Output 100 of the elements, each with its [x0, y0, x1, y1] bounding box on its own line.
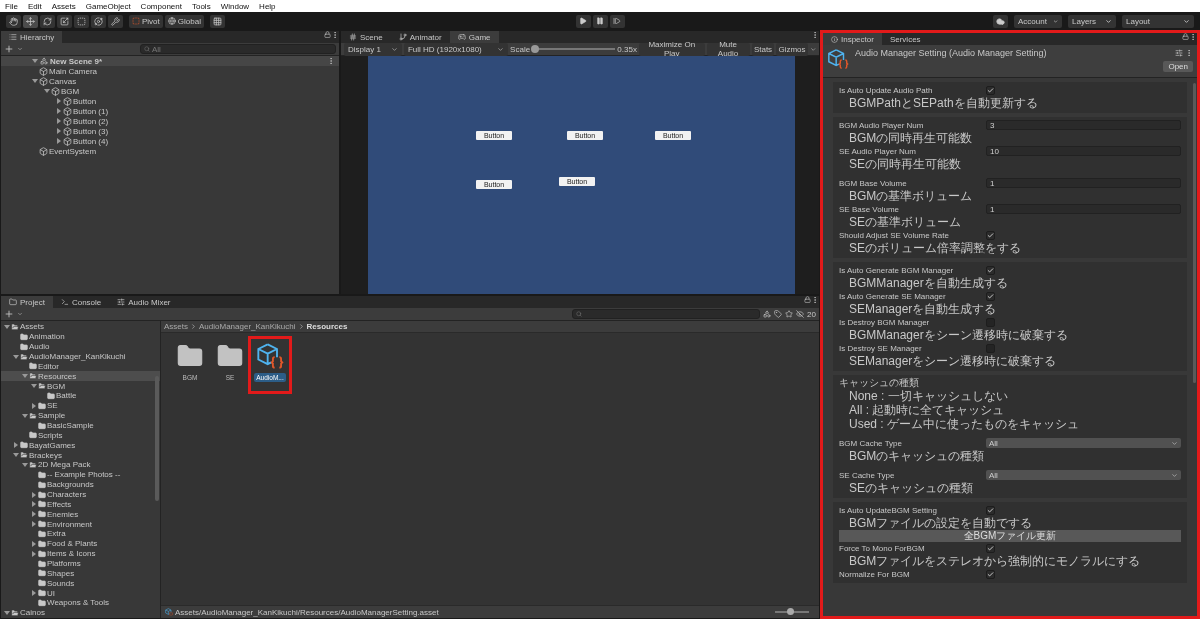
- checkbox[interactable]: [986, 265, 995, 275]
- tree-row[interactable]: Brackeys: [1, 450, 160, 461]
- checkbox[interactable]: [986, 505, 995, 515]
- tree-row[interactable]: Assets: [1, 322, 160, 332]
- dropdown-field[interactable]: All: [986, 438, 1181, 448]
- collapsed-arrow-icon[interactable]: [30, 521, 37, 528]
- tree-row[interactable]: Editor: [1, 361, 160, 372]
- collapsed-arrow-icon[interactable]: [12, 442, 19, 449]
- update-button[interactable]: 全BGMファイル更新: [839, 530, 1181, 542]
- tool-button[interactable]: [91, 14, 106, 28]
- tree-item[interactable]: Button (1): [73, 106, 109, 116]
- tree-row[interactable]: Cainos: [1, 607, 160, 618]
- tree-row[interactable]: Battle: [1, 391, 160, 401]
- number-field[interactable]: 10: [986, 146, 1181, 156]
- number-field[interactable]: 1: [986, 204, 1181, 214]
- menu-item[interactable]: Assets: [51, 1, 76, 11]
- tree-row[interactable]: Scripts: [1, 430, 160, 441]
- pause-button[interactable]: [592, 14, 608, 28]
- tree-row[interactable]: Audio: [1, 341, 160, 352]
- collapsed-arrow-icon[interactable]: [30, 540, 37, 547]
- expanded-arrow-icon[interactable]: [21, 373, 28, 380]
- tool-button[interactable]: [74, 14, 89, 28]
- step-button[interactable]: [609, 14, 625, 28]
- collapsed-arrow-icon[interactable]: [55, 108, 62, 114]
- expanded-arrow-icon[interactable]: [31, 78, 38, 84]
- expanded-arrow-icon[interactable]: [21, 461, 28, 468]
- tree-row[interactable]: Shapes: [1, 568, 160, 579]
- search-field[interactable]: [572, 309, 761, 319]
- tree-row[interactable]: Animation: [1, 331, 160, 342]
- number-field[interactable]: 1: [986, 178, 1181, 188]
- tree-row[interactable]: Sample: [1, 410, 160, 421]
- scene-name[interactable]: New Scene 9*: [50, 56, 103, 66]
- tree-row[interactable]: -- Example Photos --: [1, 469, 160, 480]
- toolbar-dropdown[interactable]: Layout: [1122, 14, 1194, 28]
- tree-item[interactable]: Main Camera: [49, 66, 97, 76]
- collapsed-arrow-icon[interactable]: [55, 98, 62, 104]
- panel-tab[interactable]: Hierarchy: [1, 31, 63, 43]
- panel-tab[interactable]: Inspector: [823, 33, 882, 45]
- expanded-arrow-icon[interactable]: [12, 353, 19, 360]
- tree-row[interactable]: UI: [1, 588, 160, 599]
- tree-row[interactable]: Food & Plants: [1, 538, 160, 549]
- tree-row[interactable]: BasicSample: [1, 420, 160, 431]
- menu-item[interactable]: GameObject: [85, 1, 131, 11]
- panel-tab[interactable]: Project: [1, 296, 53, 308]
- tree-row[interactable]: Platforms: [1, 558, 160, 569]
- checkbox[interactable]: [986, 291, 995, 301]
- tree-row[interactable]: BGM: [1, 381, 160, 391]
- snap-button[interactable]: [209, 14, 225, 28]
- expanded-arrow-icon[interactable]: [31, 58, 38, 64]
- tree-row[interactable]: Extra: [1, 529, 160, 539]
- tree-row[interactable]: Resources: [1, 371, 160, 382]
- tree-row[interactable]: Items & Icons: [1, 548, 160, 559]
- expanded-arrow-icon[interactable]: [43, 88, 50, 94]
- collapsed-arrow-icon[interactable]: [30, 501, 37, 508]
- checkbox[interactable]: [986, 569, 995, 579]
- tree-item[interactable]: BGM: [61, 86, 80, 96]
- tool-button[interactable]: [40, 14, 55, 28]
- expanded-arrow-icon[interactable]: [12, 452, 19, 459]
- tree-row[interactable]: BayatGames: [1, 440, 160, 451]
- menu-item[interactable]: Help: [259, 1, 276, 11]
- expanded-arrow-icon[interactable]: [3, 323, 10, 330]
- cloud-button[interactable]: [993, 14, 1008, 28]
- tree-row[interactable]: AudioManager_KanKikuchi: [1, 351, 160, 362]
- tool-button[interactable]: [6, 14, 21, 28]
- number-field[interactable]: 3: [986, 120, 1181, 130]
- tree-item[interactable]: Button: [73, 96, 97, 106]
- tree-row[interactable]: 2D Mega Pack: [1, 460, 160, 470]
- panel-tab[interactable]: Game: [449, 31, 499, 43]
- open-button[interactable]: Open: [1163, 61, 1193, 72]
- tree-row[interactable]: Environment: [1, 519, 160, 530]
- tool-button[interactable]: [23, 14, 38, 28]
- tree-row[interactable]: Backgrounds: [1, 479, 160, 490]
- toolbar-dropdown[interactable]: Account: [1014, 14, 1062, 28]
- tree-row[interactable]: Effects: [1, 499, 160, 510]
- play-button[interactable]: [575, 14, 591, 28]
- collapsed-arrow-icon[interactable]: [30, 511, 37, 518]
- expanded-arrow-icon[interactable]: [3, 609, 10, 616]
- menu-item[interactable]: Window: [220, 1, 250, 11]
- global-button[interactable]: Global: [164, 14, 204, 28]
- pivot-button[interactable]: Pivot: [129, 14, 163, 28]
- tree-item[interactable]: Button (2): [73, 116, 109, 126]
- dropdown-field[interactable]: All: [986, 470, 1181, 480]
- breadcrumb-link[interactable]: Assets: [164, 322, 188, 331]
- tree-row[interactable]: Characters: [1, 489, 160, 500]
- checkbox[interactable]: [986, 230, 995, 240]
- collapsed-arrow-icon[interactable]: [55, 128, 62, 134]
- tree-row[interactable]: Weapons & Tools: [1, 598, 160, 608]
- scrollbar[interactable]: [155, 376, 159, 501]
- breadcrumb-link[interactable]: Resources: [306, 322, 348, 331]
- tree-item[interactable]: Canvas: [49, 76, 77, 86]
- collapsed-arrow-icon[interactable]: [30, 402, 37, 409]
- tree-item[interactable]: Button (3): [73, 126, 109, 136]
- collapsed-arrow-icon[interactable]: [55, 138, 62, 144]
- tree-row[interactable]: SE: [1, 400, 160, 411]
- tree-item[interactable]: Button (4): [73, 136, 109, 146]
- menu-item[interactable]: Edit: [27, 1, 42, 11]
- breadcrumb-link[interactable]: AudioManager_KanKikuchi: [199, 322, 296, 331]
- menu-item[interactable]: File: [5, 1, 18, 11]
- collapsed-arrow-icon[interactable]: [30, 550, 37, 557]
- menu-item[interactable]: Component: [140, 1, 182, 11]
